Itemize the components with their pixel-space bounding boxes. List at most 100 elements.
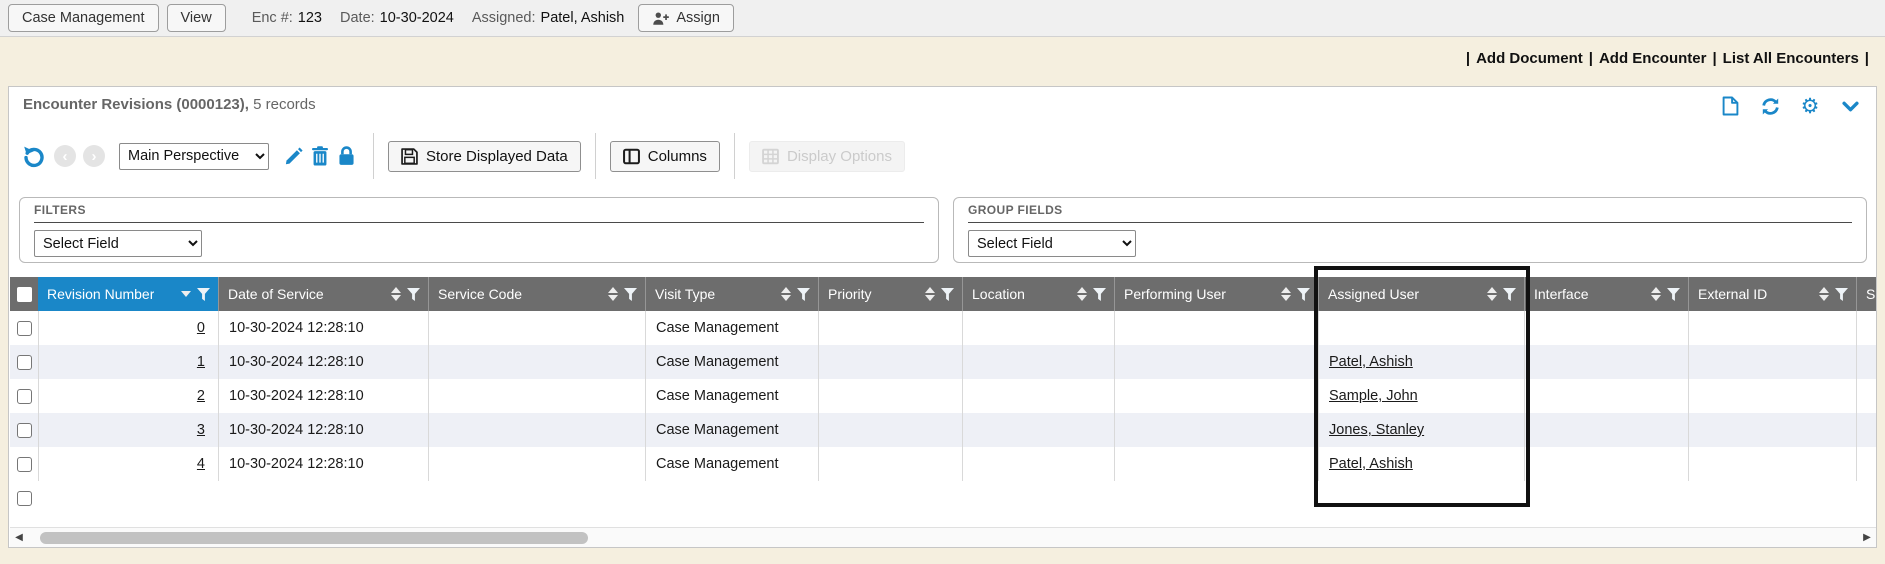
filter-funnel-icon[interactable] (1503, 288, 1516, 301)
performing-user-cell (1114, 345, 1318, 379)
revision-link[interactable]: 2 (197, 388, 205, 404)
row-checkbox[interactable] (17, 457, 32, 472)
scrollbar-track[interactable] (28, 528, 1858, 547)
filters-field-select[interactable]: Select Field (34, 230, 202, 257)
add-document-link[interactable]: Add Document (1476, 50, 1583, 67)
performing-user-cell (1114, 379, 1318, 413)
interface-cell (1524, 447, 1688, 481)
add-encounter-link[interactable]: Add Encounter (1599, 50, 1707, 67)
filter-funnel-icon[interactable] (624, 288, 637, 301)
filter-funnel-icon[interactable] (1297, 288, 1310, 301)
assigned-user-link[interactable]: Sample, John (1329, 388, 1418, 404)
visit-type-cell: Case Management (645, 311, 818, 345)
view-button[interactable]: View (167, 4, 226, 32)
lock-perspective-icon[interactable] (333, 143, 359, 169)
display-options-label: Display Options (787, 148, 892, 165)
group-fields-select[interactable]: Select Field (968, 230, 1136, 257)
sort-icon (391, 287, 401, 301)
column-header-location[interactable]: Location (962, 277, 1114, 311)
prev-perspective-icon[interactable]: ‹ (54, 145, 76, 167)
list-all-encounters-link[interactable]: List All Encounters (1723, 50, 1859, 67)
columns-icon (623, 148, 640, 165)
sort-desc-icon (181, 291, 191, 297)
column-header-truncated[interactable]: S (1856, 277, 1876, 311)
service-code-cell (428, 379, 645, 413)
column-header-service-code[interactable]: Service Code (428, 277, 645, 311)
revision-link[interactable]: 0 (197, 320, 205, 336)
column-header-interface[interactable]: Interface (1524, 277, 1688, 311)
filters-label: FILTERS (34, 203, 86, 217)
case-management-button[interactable]: Case Management (8, 4, 159, 32)
external-id-cell (1688, 413, 1856, 447)
visit-type-cell: Case Management (645, 379, 818, 413)
scroll-left-icon[interactable]: ◀ (10, 532, 28, 543)
filter-funnel-icon[interactable] (197, 288, 210, 301)
external-id-cell (1688, 311, 1856, 345)
column-header-revision-number[interactable]: Revision Number (38, 277, 218, 311)
filter-funnel-icon[interactable] (941, 288, 954, 301)
scroll-right-icon[interactable]: ▶ (1858, 532, 1876, 543)
sort-icon (1819, 287, 1829, 301)
gear-icon[interactable]: ⚙ (1798, 94, 1822, 118)
location-cell (962, 447, 1114, 481)
enc-number-value: 123 (298, 10, 322, 26)
filter-funnel-icon[interactable] (407, 288, 420, 301)
horizontal-scrollbar[interactable]: ◀ ▶ (10, 527, 1876, 547)
filter-funnel-icon[interactable] (797, 288, 810, 301)
column-header-priority[interactable]: Priority (818, 277, 962, 311)
assigned-user-link[interactable]: Jones, Stanley (1329, 422, 1424, 438)
external-id-cell (1688, 447, 1856, 481)
column-header-external-id[interactable]: External ID (1688, 277, 1856, 311)
location-cell (962, 311, 1114, 345)
group-fields-label: GROUP FIELDS (968, 203, 1063, 217)
assigned-user-link[interactable]: Patel, Ashish (1329, 354, 1413, 370)
date-value: 10-30-2024 (380, 10, 454, 26)
row-checkbox[interactable] (17, 389, 32, 404)
service-code-cell (428, 311, 645, 345)
delete-perspective-icon[interactable] (307, 143, 333, 169)
location-cell (962, 379, 1114, 413)
table-header: Revision Number Date of Service Service … (10, 277, 1876, 311)
perspective-select[interactable]: Main Perspective (119, 143, 269, 170)
revision-link[interactable]: 4 (197, 456, 205, 472)
filter-funnel-icon[interactable] (1093, 288, 1106, 301)
row-checkbox[interactable] (17, 355, 32, 370)
assigned-label: Assigned: (472, 10, 536, 26)
priority-cell (818, 311, 962, 345)
person-add-icon (652, 11, 670, 26)
sort-icon (781, 287, 791, 301)
next-perspective-icon[interactable]: › (83, 145, 105, 167)
refresh-icon[interactable] (1758, 94, 1782, 118)
edit-perspective-icon[interactable] (281, 143, 307, 169)
table-body: 0 10-30-2024 12:28:10 Case Management 1 … (10, 311, 1876, 481)
grid-icon (762, 148, 779, 165)
group-fields-section: GROUP FIELDS Select Field (953, 197, 1867, 263)
visit-type-cell: Case Management (645, 447, 818, 481)
filter-funnel-icon[interactable] (1667, 288, 1680, 301)
display-options-button[interactable]: Display Options (749, 141, 905, 172)
select-all-checkbox[interactable] (17, 287, 32, 302)
scrollbar-thumb[interactable] (40, 532, 588, 544)
table-row: 4 10-30-2024 12:28:10 Case Management Pa… (10, 447, 1876, 481)
column-header-visit-type[interactable]: Visit Type (645, 277, 818, 311)
store-displayed-data-button[interactable]: Store Displayed Data (388, 141, 581, 172)
column-header-date-of-service[interactable]: Date of Service (218, 277, 428, 311)
assigned-user-cell (1318, 311, 1524, 345)
location-cell (962, 413, 1114, 447)
assigned-user-link[interactable]: Patel, Ashish (1329, 456, 1413, 472)
grid-toolbar: ‹ › Main Perspective (9, 125, 1876, 187)
column-header-performing-user[interactable]: Performing User (1114, 277, 1318, 311)
new-document-icon[interactable] (1718, 94, 1742, 118)
row-checkbox[interactable] (17, 491, 32, 506)
row-checkbox[interactable] (17, 423, 32, 438)
columns-button[interactable]: Columns (610, 141, 720, 172)
revision-link[interactable]: 3 (197, 422, 205, 438)
external-id-cell (1688, 345, 1856, 379)
undo-icon[interactable] (21, 143, 47, 169)
revision-link[interactable]: 1 (197, 354, 205, 370)
collapse-chevron-icon[interactable] (1838, 94, 1862, 118)
assign-button[interactable]: Assign (638, 4, 734, 32)
filter-funnel-icon[interactable] (1835, 288, 1848, 301)
column-header-assigned-user[interactable]: Assigned User (1318, 277, 1524, 311)
row-checkbox[interactable] (17, 321, 32, 336)
